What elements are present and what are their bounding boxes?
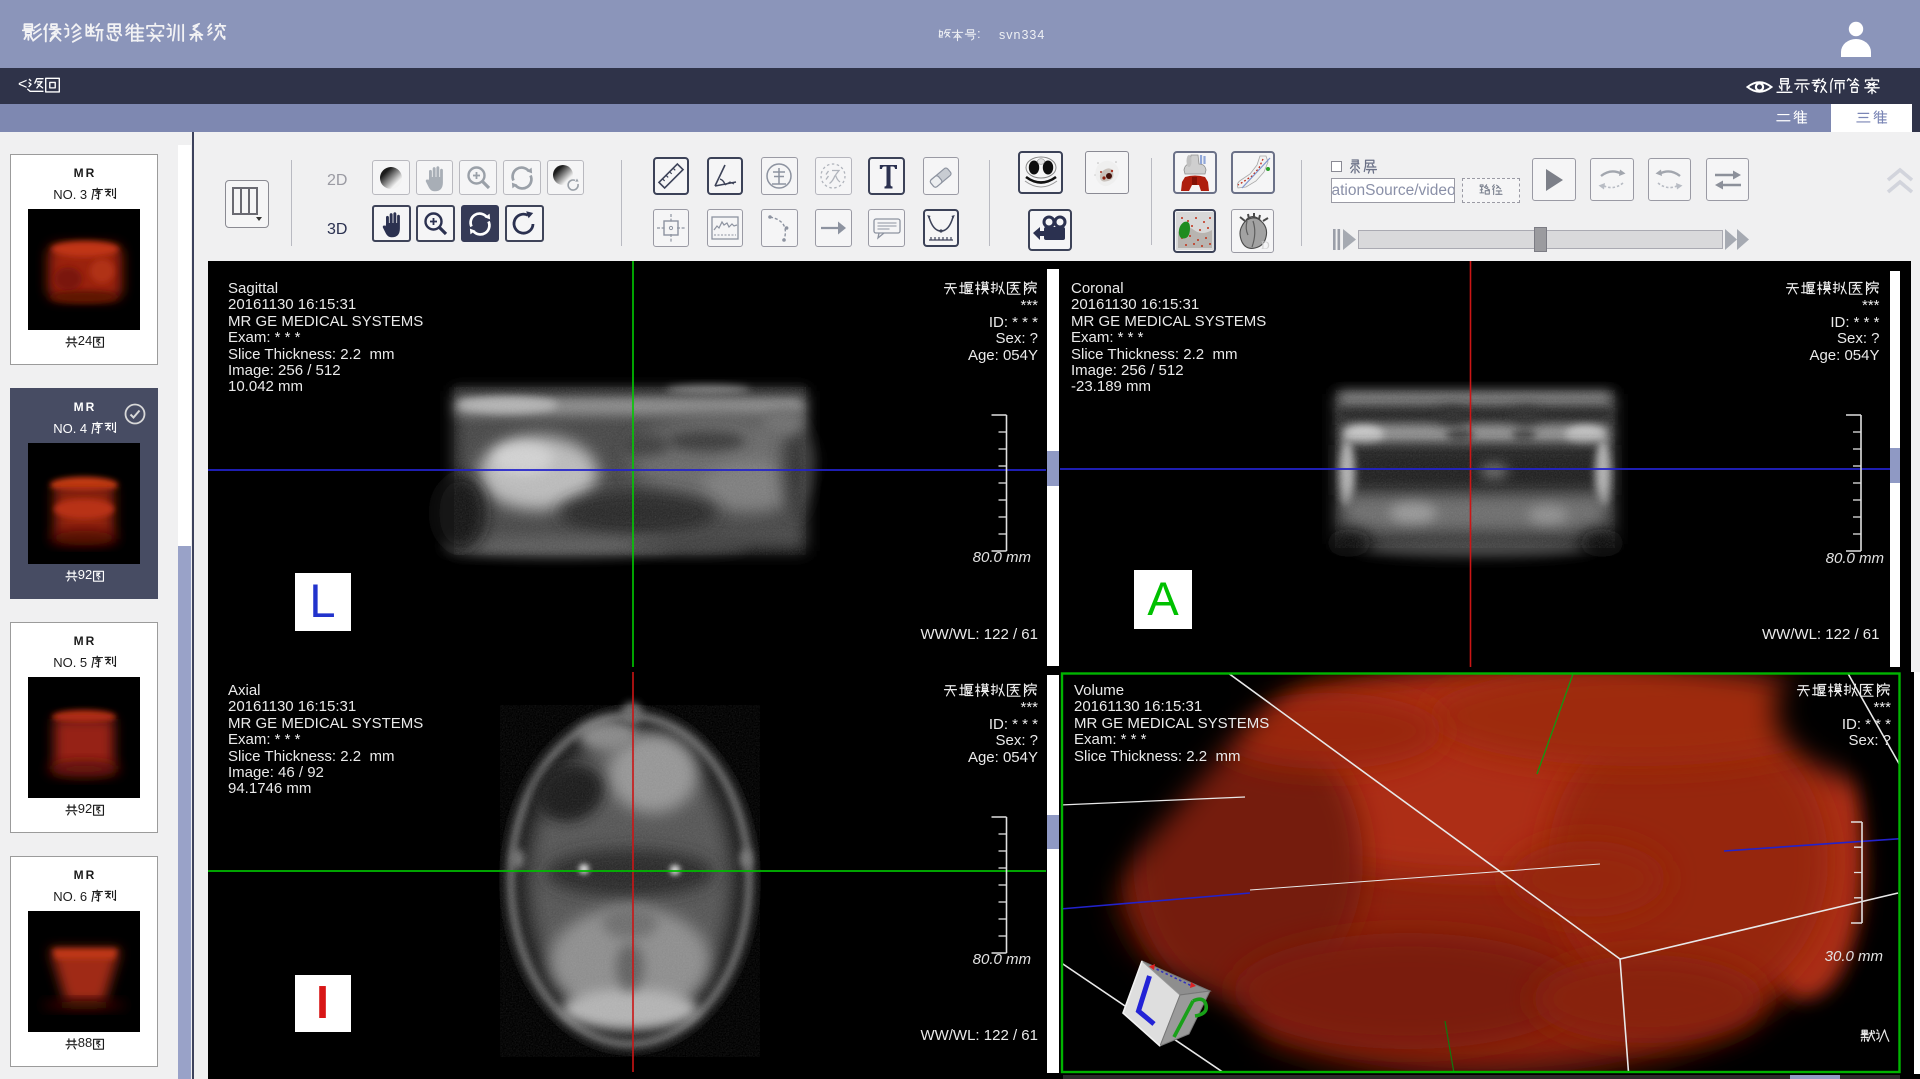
svg-text:D: D xyxy=(1261,238,1270,250)
